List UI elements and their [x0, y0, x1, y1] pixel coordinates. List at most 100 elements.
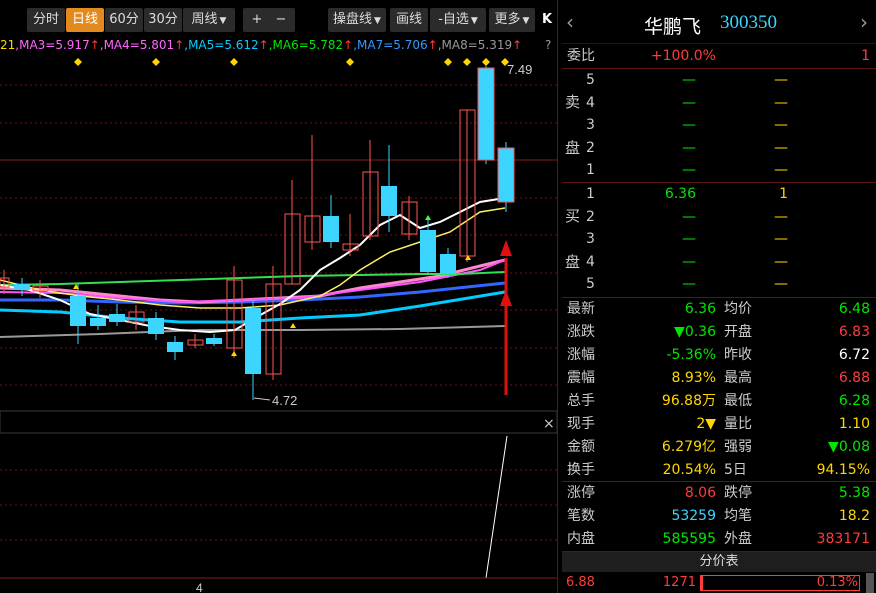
candlestick-chart: 4.72 7.49 × 4 [0, 58, 557, 593]
volume-pane-header [0, 410, 557, 434]
order-book-level[interactable]: 5 — — [562, 69, 876, 91]
order-book-level[interactable]: 2 — — [562, 206, 876, 228]
quote-row: 换手 20.54% 5日 94.15% [562, 459, 876, 482]
quote-value: ▼0.36 [674, 324, 716, 340]
volume-line [0, 435, 508, 579]
quote-label: 震幅 [567, 370, 595, 386]
candle [497, 142, 515, 212]
quote-value: 94.15% [816, 462, 870, 478]
event-marker [346, 58, 354, 66]
level-number: 4 [586, 253, 595, 270]
candle [187, 334, 204, 348]
price-table-volume: 1271 [662, 575, 696, 590]
high-price-label: 7.49 [507, 62, 532, 77]
level-number: 1 [586, 162, 595, 179]
candle [362, 140, 379, 240]
candle [440, 248, 456, 278]
level-volume: — [774, 208, 788, 225]
candle [304, 135, 321, 250]
level-price: — [682, 72, 696, 88]
quote-stats: 最新 6.36 均价 6.48 涨跌 ▼0.36 开盘 6.83 涨幅 -5.36% 昨收 6.72 震… [562, 298, 876, 482]
level-number: 5 [586, 276, 595, 293]
candle [226, 266, 243, 358]
quote-row: 涨停 8.06 跌停 5.38 [562, 482, 876, 505]
quote-value: 585595 [662, 531, 716, 547]
order-book-level[interactable]: 4 — — [562, 92, 876, 114]
scrollbar[interactable] [866, 573, 874, 593]
candle [284, 180, 301, 285]
level-volume: — [774, 139, 788, 156]
stock-header: ‹ 华鹏飞 300350 › [562, 0, 876, 44]
candle [206, 334, 222, 346]
quote-value: 18.2 [838, 508, 870, 524]
event-marker [230, 58, 238, 66]
prev-stock-chevron-icon[interactable]: ‹ [566, 10, 574, 34]
level-volume: — [774, 72, 788, 88]
order-book-level[interactable]: 5 — — [562, 273, 876, 295]
close-pane-button: × [543, 416, 555, 432]
level-number: 3 [586, 117, 595, 134]
level-number: 5 [586, 72, 595, 88]
price-table-header[interactable]: 分价表 [562, 551, 876, 572]
quote-row: 笔数 53259 均笔 18.2 [562, 505, 876, 528]
price-table-title: 分价表 [699, 554, 739, 569]
panel-divider [557, 0, 558, 593]
level-price: — [682, 231, 696, 248]
level-number: 2 [586, 139, 595, 156]
candle [459, 109, 476, 262]
event-marker [444, 58, 452, 66]
quote-label: 量比 [724, 416, 752, 432]
price-table-price: 6.88 [566, 575, 595, 590]
quote-label: 总手 [567, 393, 595, 409]
order-book-level[interactable]: 4 — — [562, 251, 876, 273]
quote-label: 最高 [724, 370, 752, 386]
candles [0, 66, 515, 400]
next-stock-chevron-icon[interactable]: › [860, 10, 868, 34]
candle [167, 336, 183, 360]
quote-value: 96.88万 [661, 393, 716, 409]
quote-label: 5日 [724, 462, 747, 478]
level-number: 4 [586, 94, 595, 111]
level-price: — [682, 162, 696, 179]
order-book-level[interactable]: 2 — — [562, 137, 876, 159]
order-book-level[interactable]: 1 6.36 1 [562, 183, 876, 205]
level-price: — [682, 117, 696, 134]
quote-label: 金额 [567, 439, 595, 455]
level-price: — [682, 276, 696, 293]
event-marker [152, 58, 160, 66]
candle [477, 66, 495, 164]
event-markers [74, 58, 509, 66]
quote-row: 震幅 8.93% 最高 6.88 [562, 367, 876, 390]
quote-label: 跌停 [724, 485, 752, 501]
event-marker [74, 58, 82, 66]
quote-row: 涨跌 ▼0.36 开盘 6.83 [562, 321, 876, 344]
level-volume: — [774, 231, 788, 248]
signal-marker [231, 351, 237, 356]
order-book-level[interactable]: 3 — — [562, 228, 876, 250]
quote-label: 均笔 [724, 508, 752, 524]
candle [381, 145, 397, 232]
quote-label: 外盘 [724, 531, 752, 547]
quote-label: 现手 [567, 416, 595, 432]
level-volume: 1 [779, 186, 788, 202]
quote-label: 最新 [567, 301, 595, 317]
level-volume: — [774, 253, 788, 270]
quote-value: 8.06 [684, 485, 716, 501]
event-marker [482, 58, 490, 66]
candle [245, 300, 261, 400]
candle [265, 266, 282, 380]
sell-order-book: 卖盘 5— —4— —3— —2— —1— — [562, 69, 876, 182]
quote-value: 6.279亿 [661, 439, 716, 455]
order-book-level[interactable]: 3 — — [562, 114, 876, 136]
level-number: 3 [586, 231, 595, 248]
signal-marker [425, 215, 431, 220]
order-book-level[interactable]: 1 — — [562, 159, 876, 181]
quote-value: 6.88 [838, 370, 870, 386]
quote-value: 20.54% [662, 462, 716, 478]
kline-chart-pane[interactable]: 分时 日线 60分 30分 周线 ▼ + − 操盘线 ▼ 画线 -自选 ▼ 更多 ▼ K … [0, 0, 557, 593]
quote-value: 2▼ [696, 416, 716, 432]
quote-label: 开盘 [724, 324, 752, 340]
quote-label: 涨停 [567, 485, 595, 501]
quote-row: 内盘 585595 外盘 383171 [562, 528, 876, 551]
level-number: 1 [586, 186, 595, 202]
